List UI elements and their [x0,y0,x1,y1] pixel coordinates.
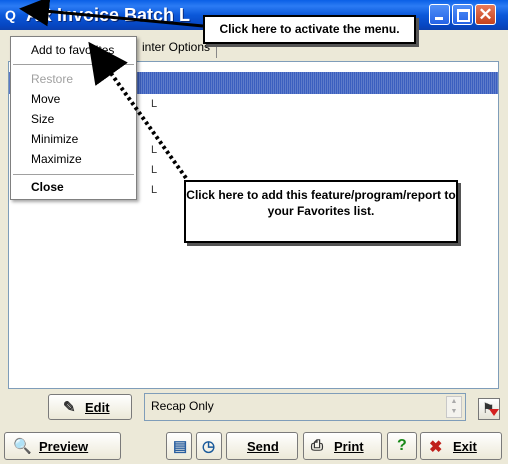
window-title: AR Invoice Batch L [26,5,191,25]
close-button[interactable]: ✕ [475,4,496,25]
magnifier-icon: 🔍 [13,438,32,455]
print-button[interactable]: ⎙ Print [303,432,382,460]
menu-item-close[interactable]: Close [31,180,64,194]
close-icon: ✕ [478,5,493,24]
x-icon: ✖ [429,439,443,456]
exit-button[interactable]: ✖ Exit [420,432,502,460]
maximize-button[interactable] [452,4,473,25]
list-item: L [151,144,158,156]
menu-item-restore: Restore [31,72,74,86]
recap-text: Recap Only [151,399,214,413]
preview-label: Preview [39,439,89,454]
menu-item-size[interactable]: Size [31,112,54,126]
edit-label: Edit [85,400,110,415]
help-button[interactable]: ? [387,432,417,460]
menu-item-add-to-favorites[interactable]: Add to favorites [31,43,114,57]
bottom-toolbar: 🔍 Preview ▤ ◷ Send ⎙ Print ? ✖ Exit [0,428,508,464]
spinner-control[interactable]: ▲ ▼ [446,396,462,418]
report-window: Q AR Invoice Batch L ✕ inter Options L L… [0,0,508,464]
menu-separator [13,174,134,175]
exit-label: Exit [453,439,477,454]
list-item: L [151,184,158,196]
pencil-icon: ✎ [63,399,76,416]
clock-icon: ◷ [202,438,216,455]
menu-item-minimize[interactable]: Minimize [31,132,78,146]
callout-menu: Click here to activate the menu. [203,15,416,44]
system-menu: Add to favorites Restore Move Size Minim… [10,36,137,200]
document-icon: ▤ [173,438,188,455]
preview-button[interactable]: 🔍 Preview [4,432,121,460]
list-item: L [151,98,158,110]
minimize-button[interactable] [429,4,450,25]
send-label: Send [247,439,279,454]
edit-button[interactable]: ✎ Edit [48,394,132,420]
print-label: Print [334,439,364,454]
menu-item-maximize[interactable]: Maximize [31,152,82,166]
flag-button[interactable]: ⚑ [478,398,500,420]
edit-row: ✎ Edit Recap Only ▲ ▼ ⚑ [0,390,508,424]
menu-item-move[interactable]: Move [31,92,60,106]
recap-field[interactable]: Recap Only [144,393,466,421]
document-button[interactable]: ▤ [166,432,192,460]
send-button[interactable]: Send [226,432,298,460]
menu-separator [13,64,134,65]
help-icon: ? [397,437,407,454]
callout-favorites: Click here to add this feature/program/r… [184,180,458,243]
clock-button[interactable]: ◷ [196,432,222,460]
q-icon[interactable]: Q [5,7,21,23]
printer-icon: ⎙ [311,437,324,454]
list-item: L [151,164,158,176]
